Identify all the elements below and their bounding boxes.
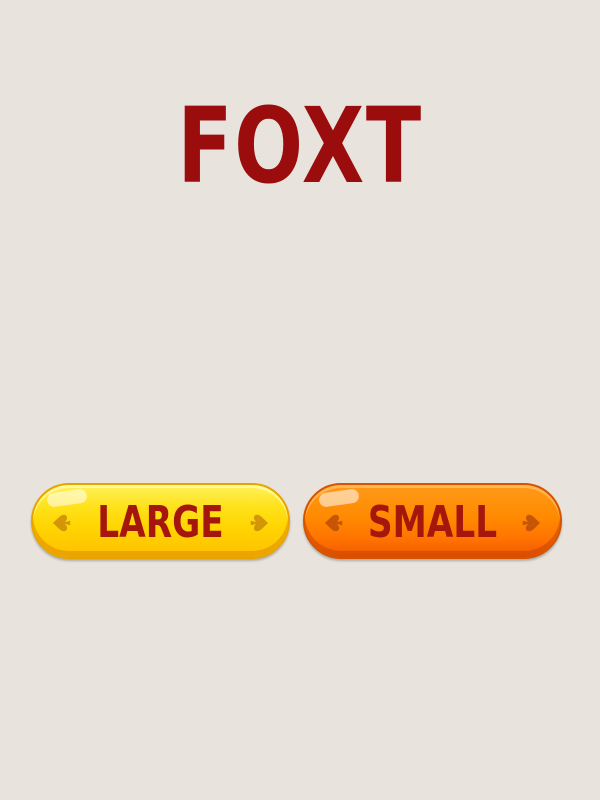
spade-icon [250, 514, 269, 532]
spade-icon [522, 514, 541, 532]
small-button[interactable]: SMALL [303, 483, 562, 559]
large-button[interactable]: LARGE [31, 483, 290, 559]
large-button-label: LARGE [97, 497, 224, 548]
small-button-label: SMALL [367, 497, 498, 548]
game-title: FOXT [177, 85, 423, 207]
